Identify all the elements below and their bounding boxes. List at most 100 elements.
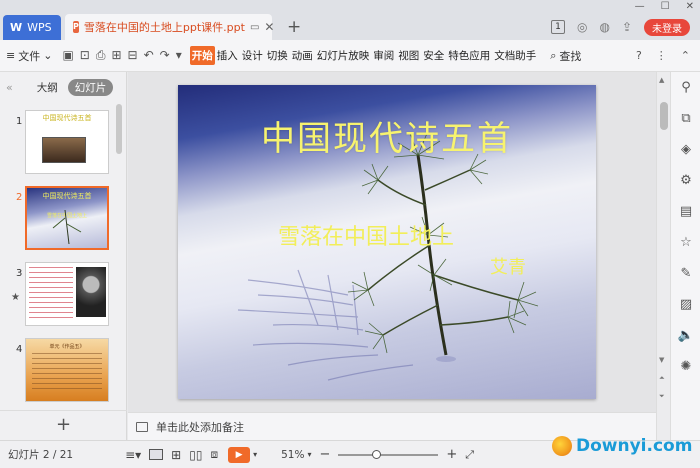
thumb-preview: 中国现代诗五首 雪落在中国土地上 (25, 186, 109, 250)
ribbon-tab-7[interactable]: 视图 (396, 46, 421, 65)
save-icon[interactable]: ▣ (62, 48, 73, 63)
close-tab-icon[interactable]: ✕ (264, 20, 274, 34)
format-painter-icon[interactable]: ⊡ (80, 48, 90, 63)
ribbon-tab-2[interactable]: 设计 (240, 46, 265, 65)
current-slide[interactable]: 中国现代诗五首 雪落在中国土地上 艾青 (178, 85, 596, 399)
thumb-preview: 中国现代诗五首 (25, 110, 109, 174)
downyi-logo-icon (552, 436, 572, 456)
ribbon-tab-8[interactable]: 安全 (421, 46, 446, 65)
undo-icon[interactable]: ↶ (144, 48, 154, 63)
share-icon[interactable]: ⇪ (622, 20, 632, 34)
tab-wps-home[interactable]: W WPS (3, 15, 61, 40)
collapse-panel-icon[interactable]: « (6, 81, 13, 94)
tab-document[interactable]: P 雪落在中国的土地上ppt课件.ppt ▭ ✕ (65, 14, 274, 40)
sync-icon[interactable]: ◍ (599, 20, 609, 34)
slide-sorter-icon[interactable]: ⊞ (171, 448, 181, 462)
chevron-down-icon: ⌄ (43, 49, 53, 62)
audio-icon[interactable]: 🔈 (671, 320, 700, 351)
settings-icon[interactable]: ⚙ (671, 165, 700, 196)
preview-icon[interactable]: ⊞ (111, 48, 121, 63)
ribbon-tab-5[interactable]: 幻灯片放映 (315, 46, 372, 65)
pin-icon[interactable]: ⚲ (671, 72, 700, 103)
more-icon[interactable]: ⋮ (656, 49, 667, 62)
right-tool-sidebar: ⚲ ⧉ ◈ ⚙ ▤ ☆ ✎ ▨ 🔈 ✺ (670, 72, 700, 440)
new-tab-button[interactable]: + (287, 17, 301, 37)
login-button[interactable]: 未登录 (644, 19, 690, 36)
ribbon-tab-1[interactable]: 插入 (215, 46, 240, 65)
play-slideshow-button[interactable]: ▶ (228, 446, 251, 463)
hamburger-icon: ≡ (6, 49, 16, 62)
thumb-title: 中国现代诗五首 (42, 114, 92, 122)
image-icon[interactable]: ▨ (671, 289, 700, 320)
scroll-down-icon[interactable]: ▼ (659, 356, 664, 364)
thumb-text-lines (32, 353, 102, 393)
ribbon-tab-0[interactable]: 开始 (189, 46, 215, 65)
zoom-dropdown-icon[interactable]: ▾ (307, 450, 311, 459)
more-chevron-icon[interactable]: ▾ (176, 48, 182, 63)
zoom-slider[interactable] (338, 449, 439, 459)
reading-view-icon[interactable]: ▯▯ (189, 448, 202, 462)
zoom-slider-handle[interactable] (372, 449, 382, 459)
tab-outline[interactable]: 大纲 (37, 80, 58, 95)
edit-icon[interactable]: ✎ (671, 258, 700, 289)
slide-title[interactable]: 中国现代诗五首 (178, 111, 596, 160)
thumb-scrollbar[interactable] (116, 104, 122, 154)
next-slide-icon[interactable]: ⏷ (659, 392, 665, 401)
skin-icon[interactable]: ◎ (577, 20, 587, 34)
ribbon-tab-3[interactable]: 切换 (265, 46, 290, 65)
ribbon-tab-9[interactable]: 特色应用 (446, 46, 492, 65)
toolbar: ≡ 文件 ⌄ ▣ ⊡ ⎙ ⊞ ⊟ ↶ ↷ ▾ 开始 插入 设计 切换 动画 幻灯片放映 审阅… (0, 40, 700, 72)
ribbon-tab-4[interactable]: 动画 (290, 46, 315, 65)
fit-window-icon[interactable]: ⤢ (465, 448, 474, 462)
tab-slides[interactable]: 幻灯片 (67, 78, 114, 96)
redo-icon[interactable]: ↷ (160, 48, 170, 63)
thumb-preview (25, 262, 109, 326)
panel-tabs: « 大纲 幻灯片 (0, 72, 126, 102)
search-button[interactable]: ⌕ 查找 (550, 48, 581, 64)
normal-view-icon[interactable] (149, 449, 164, 460)
file-menu-button[interactable]: ≡ 文件 ⌄ (0, 48, 58, 64)
title-bar: W WPS P 雪落在中国的土地上ppt课件.ppt ▭ ✕ + — ☐ ✕ 1… (0, 0, 700, 40)
slide-author[interactable]: 艾青 (490, 253, 526, 279)
slide-counter: 幻灯片 2 / 21 (8, 449, 74, 461)
animation-star-icon: ★ (11, 292, 20, 303)
zoom-level[interactable]: 51% (281, 449, 304, 461)
scroll-up-icon[interactable]: ▲ (659, 76, 664, 84)
slide-thumb-1[interactable]: 1 中国现代诗五首 (0, 110, 127, 180)
presenter-view-icon[interactable]: ⧈ (210, 447, 218, 462)
canvas-scrollbar[interactable]: ▲ ▼ ⏶ ⏷ (656, 72, 670, 440)
add-slide-button[interactable]: + (0, 410, 127, 440)
view-switcher: ≡▾ ⊞ ▯▯ ⧈ (125, 447, 218, 462)
slide-subtitle[interactable]: 雪落在中国土地上 (278, 219, 454, 251)
slide-thumb-4[interactable]: 4 单元《作品五》 (0, 338, 127, 402)
notes-toggle-icon[interactable]: ≡▾ (125, 448, 141, 462)
ribbon-tabs: 开始 插入 设计 切换 动画 幻灯片放映 审阅 视图 安全 特色应用 文档助手 (189, 46, 539, 65)
wps-window: W WPS P 雪落在中国的土地上ppt课件.ppt ▭ ✕ + — ☐ ✕ 1… (0, 0, 700, 468)
site-watermark: Downyi.com (552, 436, 692, 456)
thumb-preview: 单元《作品五》 (25, 338, 109, 402)
copy-icon[interactable]: ⧉ (671, 103, 700, 134)
star-icon[interactable]: ☆ (671, 227, 700, 258)
zoom-out-button[interactable]: − (319, 447, 330, 462)
window-count-badge[interactable]: 1 (550, 20, 565, 34)
shape-icon[interactable]: ◈ (671, 134, 700, 165)
print-icon[interactable]: ⎙ (96, 48, 106, 63)
layout-icon[interactable]: ▤ (671, 196, 700, 227)
ribbon-tab-10[interactable]: 文档助手 (492, 46, 538, 65)
thumb-number: 4 (16, 344, 23, 355)
collapse-ribbon-icon[interactable]: ⌃ (681, 49, 690, 62)
export-icon[interactable]: ⊟ (128, 48, 138, 63)
ribbon-tab-6[interactable]: 审阅 (371, 46, 396, 65)
thumb-number: 3 (16, 268, 23, 279)
zoom-in-button[interactable]: + (446, 447, 457, 462)
slide-thumb-3[interactable]: 3 ★ (0, 262, 127, 332)
thumb-number: 2 (16, 192, 23, 203)
help-icon[interactable]: ? (636, 49, 642, 62)
play-options-chevron-icon[interactable]: ▾ (253, 450, 257, 459)
prev-slide-icon[interactable]: ⏶ (659, 374, 665, 383)
compass-icon[interactable]: ✺ (671, 351, 700, 382)
search-icon: ⌕ (550, 48, 557, 62)
monitor-icon[interactable]: ▭ (250, 22, 259, 33)
slide-thumb-2[interactable]: 2 中国现代诗五首 雪落在中国土地上 (0, 186, 127, 256)
scroll-thumb[interactable] (660, 102, 668, 130)
